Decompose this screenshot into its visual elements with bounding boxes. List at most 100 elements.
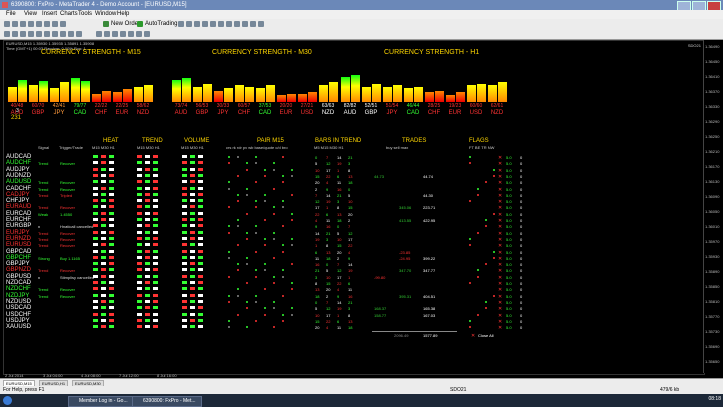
indicator-cell — [190, 155, 195, 158]
pair-flag-dot — [228, 320, 230, 322]
autotrading-icon[interactable] — [137, 21, 143, 27]
new-order-button[interactable]: New Order — [111, 20, 140, 28]
new-chart-icon[interactable] — [4, 21, 10, 27]
pair-flag-dot — [282, 269, 284, 271]
indicator-cell — [93, 199, 98, 202]
vertical-line-icon[interactable] — [20, 31, 26, 37]
period-h4-icon[interactable] — [136, 31, 142, 37]
tile-windows-icon[interactable] — [218, 21, 224, 27]
data-window-icon[interactable] — [28, 21, 34, 27]
crosshair-icon[interactable] — [12, 31, 18, 37]
chart-shift-icon[interactable] — [226, 21, 232, 27]
taskbar-browser[interactable]: Member Log in - Go... — [68, 396, 140, 407]
pair-symbol[interactable]: EURAUD — [6, 204, 42, 210]
price-label: 1.36290 — [705, 119, 720, 124]
period-m30-icon[interactable] — [120, 31, 126, 37]
periods-icon[interactable] — [250, 21, 256, 27]
flag-value: 5.0 — [506, 174, 512, 179]
period-d1-icon[interactable] — [144, 31, 150, 37]
pair-close-icon[interactable]: ✕ — [498, 161, 502, 167]
autoscroll-icon[interactable] — [234, 21, 240, 27]
indicator-cell — [137, 224, 142, 227]
strength-score: 46/44 — [406, 103, 420, 109]
pair-flag-dot — [246, 232, 248, 234]
bar-chart-icon[interactable] — [178, 21, 184, 27]
pair-close-icon[interactable]: ✕ — [498, 243, 502, 249]
bars-in-trend-value: 21 — [348, 155, 353, 160]
close-all-icon[interactable]: ✕ — [471, 333, 475, 339]
indicators-icon[interactable] — [242, 21, 248, 27]
pair-symbol[interactable]: AUDCHF — [6, 160, 42, 166]
market-watch-icon[interactable] — [20, 21, 26, 27]
pair-symbol[interactable]: XAUUSD — [6, 324, 42, 330]
pair-symbol[interactable]: NZDCHF — [6, 286, 42, 292]
indicator-cell — [145, 155, 150, 158]
price-label: 1.36050 — [705, 209, 720, 214]
flag-count: 0 — [520, 319, 523, 324]
label-icon[interactable] — [68, 31, 74, 37]
start-icon[interactable] — [3, 396, 12, 405]
strength-bar — [477, 84, 486, 102]
new-order-icon[interactable] — [103, 21, 109, 27]
pair-symbol[interactable]: EURGBP — [6, 223, 42, 229]
indicator-cell — [137, 262, 142, 265]
menu-view[interactable]: View — [24, 10, 37, 19]
taskbar-metatrader[interactable]: 6390800: FxPro - Met... — [132, 396, 202, 407]
autotrading-button[interactable]: AutoTrading — [145, 20, 177, 28]
history-icon[interactable] — [60, 21, 66, 27]
bars-in-trend-value: 21 — [326, 231, 331, 236]
candlestick-icon[interactable] — [186, 21, 192, 27]
pair-close-icon[interactable]: ✕ — [498, 287, 502, 293]
terminal-icon[interactable] — [44, 21, 50, 27]
bars-in-trend-value: 15 — [326, 281, 331, 286]
menu-help[interactable]: Help — [117, 10, 129, 19]
pair-symbol[interactable]: GBPNZD — [6, 267, 42, 273]
chart-window[interactable]: EURUSD,M15 1.35930 1.35935 1.35891 1.359… — [3, 40, 705, 375]
navigator-icon[interactable] — [36, 21, 42, 27]
fibonacci-icon[interactable] — [52, 31, 58, 37]
pair-close-icon[interactable]: ✕ — [498, 325, 502, 331]
close-all-button[interactable]: Close All — [478, 333, 494, 338]
strength-bar — [256, 88, 265, 102]
text-icon[interactable] — [60, 31, 66, 37]
pair-symbol[interactable]: EURUSD — [6, 242, 42, 248]
pair-flag-dot — [246, 282, 248, 284]
arrows-icon[interactable] — [76, 31, 82, 37]
period-h1-icon[interactable] — [128, 31, 134, 37]
zoom-in-icon[interactable] — [202, 21, 208, 27]
pair-flag-dot — [228, 251, 230, 253]
indicator-cell — [190, 306, 195, 309]
pair-close-icon[interactable]: ✕ — [498, 306, 502, 312]
bars-in-trend-value: 16 — [315, 262, 320, 267]
pair-close-icon[interactable]: ✕ — [498, 224, 502, 230]
menu-window[interactable]: Window — [95, 10, 116, 19]
period-m15-icon[interactable] — [112, 31, 118, 37]
period-m5-icon[interactable] — [104, 31, 110, 37]
pair-flag-dot — [264, 288, 266, 290]
indicator-cell — [182, 205, 187, 208]
pair-symbol[interactable]: AUDUSD — [6, 179, 42, 185]
pair-symbol[interactable]: USDCAD — [6, 305, 42, 311]
trade-buy: 168.37 — [374, 306, 387, 311]
tester-icon[interactable] — [52, 21, 58, 27]
period-m1-icon[interactable] — [96, 31, 102, 37]
indicator-cell — [93, 306, 98, 309]
pair-close-icon[interactable]: ✕ — [498, 205, 502, 211]
indicator-cell — [198, 275, 203, 278]
horizontal-line-icon[interactable] — [28, 31, 34, 37]
strength-bar — [245, 87, 254, 102]
line-chart-icon[interactable] — [194, 21, 200, 27]
menu-file[interactable]: File — [6, 10, 16, 19]
pair-close-icon[interactable]: ✕ — [498, 268, 502, 274]
profiles-icon[interactable] — [12, 21, 18, 27]
pair-close-icon[interactable]: ✕ — [498, 180, 502, 186]
channel-icon[interactable] — [44, 31, 50, 37]
flag-value: 5.0 — [506, 180, 512, 185]
menu-tools[interactable]: Tools — [78, 10, 92, 19]
templates-icon[interactable] — [258, 21, 264, 27]
menu-insert[interactable]: Insert — [42, 10, 57, 19]
trendline-icon[interactable] — [36, 31, 42, 37]
menu-charts[interactable]: Charts — [60, 10, 78, 19]
zoom-out-icon[interactable] — [210, 21, 216, 27]
cursor-icon[interactable] — [4, 31, 10, 37]
